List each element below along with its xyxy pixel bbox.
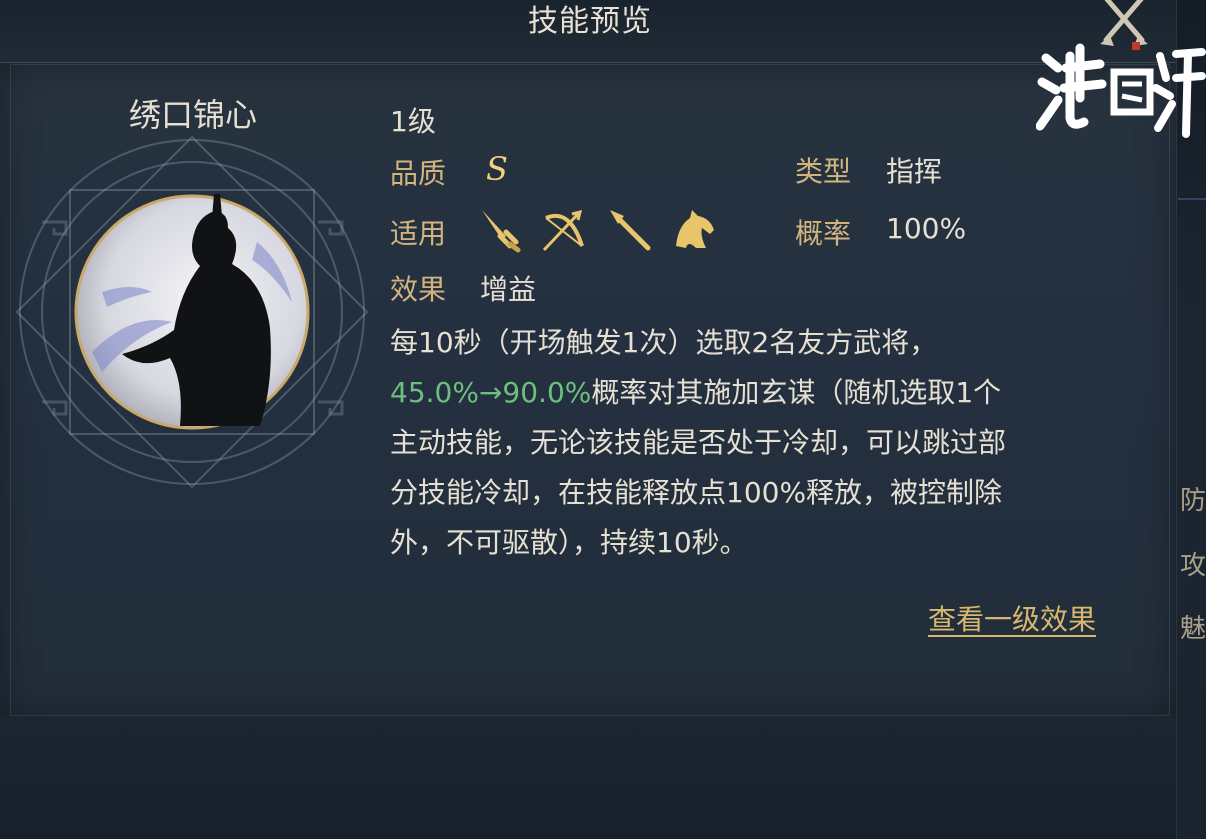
skill-portrait bbox=[2, 132, 382, 512]
side-label-charm: 魅 bbox=[1180, 614, 1206, 644]
effect-value: 增益 bbox=[480, 273, 537, 306]
skill-name: 绣口锦心 bbox=[128, 96, 257, 134]
side-divider bbox=[1178, 198, 1206, 200]
description-line: 每10秒（开场触发1次）选取2名友方武将， bbox=[390, 326, 938, 359]
description-line: 分技能冷却，在技能释放点100%释放，被控制除 bbox=[390, 476, 1003, 509]
description-line: 45.0%→90.0%概率对其施加玄谋（随机选取1个 bbox=[390, 376, 1002, 409]
effect-label: 效果 bbox=[390, 273, 447, 306]
skill-level: 1级 bbox=[390, 105, 436, 138]
horse-icon bbox=[670, 206, 718, 254]
scaling-rate: 45.0%→90.0% bbox=[390, 376, 592, 409]
watermark-logo bbox=[1035, 38, 1206, 138]
skill-description: 每10秒（开场触发1次）选取2名友方武将， 45.0%→90.0%概率对其施加玄… bbox=[390, 318, 1150, 568]
description-line: 外，不可驱散），持续10秒。 bbox=[390, 526, 748, 559]
view-level1-effect-link[interactable]: 查看一级效果 bbox=[928, 598, 1096, 638]
quality-value: S bbox=[486, 150, 508, 188]
type-value: 指挥 bbox=[886, 155, 943, 188]
rate-value: 100% bbox=[886, 212, 967, 245]
bottom-area bbox=[0, 718, 1176, 839]
skill-emblem bbox=[15, 135, 369, 489]
sword-icon bbox=[476, 206, 524, 254]
side-label-defense: 防 bbox=[1180, 486, 1206, 516]
bow-icon bbox=[540, 206, 588, 254]
spear-icon bbox=[606, 206, 654, 254]
applicable-label: 适用 bbox=[390, 217, 447, 250]
side-label-attack: 攻 bbox=[1180, 551, 1206, 581]
quality-label: 品质 bbox=[390, 157, 447, 190]
rate-label: 概率 bbox=[795, 217, 852, 250]
type-label: 类型 bbox=[795, 155, 852, 188]
page-title: 技能预览 bbox=[528, 4, 652, 39]
description-line: 主动技能，无论该技能是否处于冷却，可以跳过部 bbox=[390, 426, 1007, 459]
